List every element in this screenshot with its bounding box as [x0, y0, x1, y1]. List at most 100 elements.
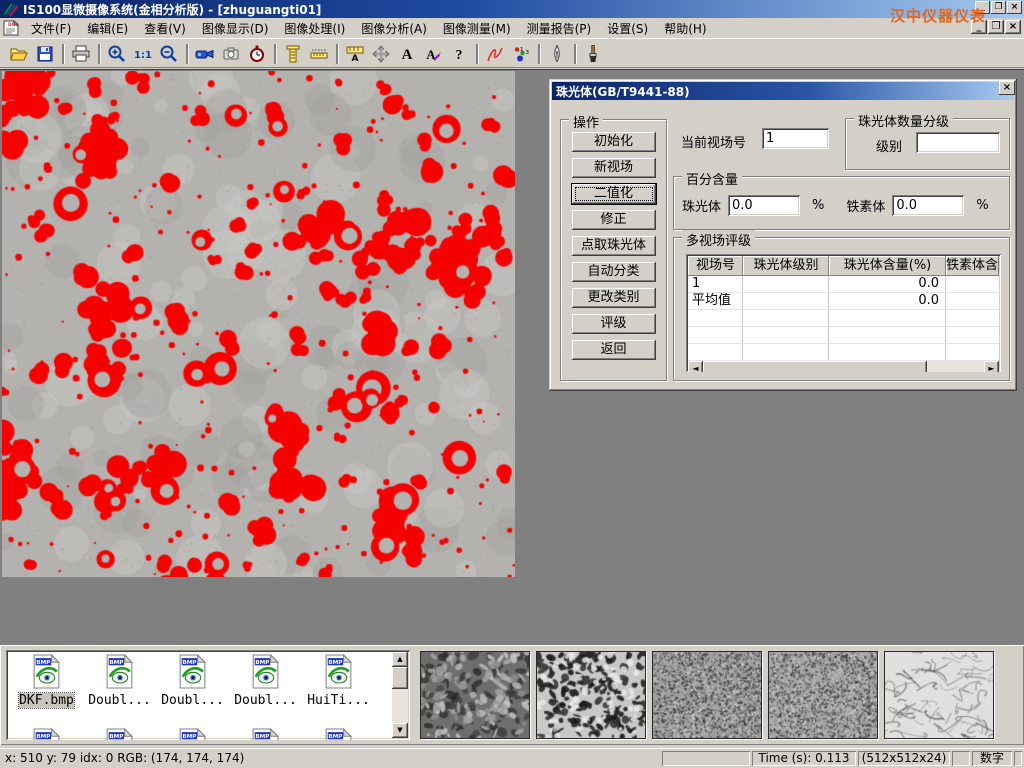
scroll-down-icon[interactable]: ▼: [392, 723, 408, 738]
table-row[interactable]: 10.0: [688, 276, 999, 293]
table-header-1[interactable]: 视场号: [688, 256, 743, 276]
help-icon[interactable]: ?: [446, 42, 472, 66]
file-item-3[interactable]: BMPDoubl...: [156, 654, 229, 708]
scroll-up-icon[interactable]: ▲: [392, 652, 408, 667]
ferrite-input[interactable]: [892, 195, 964, 216]
operation-button-8[interactable]: 评级: [572, 314, 656, 334]
menu-item-view[interactable]: 查看(V): [136, 18, 194, 39]
move-icon[interactable]: [368, 42, 394, 66]
table-row[interactable]: [688, 344, 999, 361]
operation-button-2[interactable]: 新视场: [572, 158, 656, 178]
table-row[interactable]: [688, 310, 999, 327]
file-item-5[interactable]: BMPHuiTi...: [302, 654, 375, 708]
menu-item-image-analysis[interactable]: 图像分析(A): [353, 18, 435, 39]
toolbar: 1:1AAA?13: [0, 38, 1024, 68]
brush-icon[interactable]: [580, 42, 606, 66]
operation-button-5[interactable]: 点取珠光体: [572, 236, 656, 256]
camera-icon[interactable]: [218, 42, 244, 66]
child-restore-button[interactable]: ❐: [988, 20, 1004, 34]
file-name: DKF.bmp: [19, 693, 74, 708]
menu-item-settings[interactable]: 设置(S): [599, 18, 656, 39]
thumbnail-3[interactable]: [652, 651, 762, 739]
operation-button-7[interactable]: 更改类别: [572, 288, 656, 308]
file-item-row2-3[interactable]: BMP: [156, 728, 229, 740]
table-horizontal-scrollbar[interactable]: ◄ ►: [688, 361, 999, 372]
pen-icon[interactable]: [544, 42, 570, 66]
thumbnail-3-image[interactable]: [653, 652, 761, 738]
file-item-4[interactable]: BMPDoubl...: [229, 654, 302, 708]
file-item-row2-1[interactable]: BMP: [10, 728, 83, 740]
thumbnail-5[interactable]: [884, 651, 994, 739]
menu-item-image-process[interactable]: 图像处理(I): [276, 18, 353, 39]
scroll-left-icon[interactable]: ◄: [688, 361, 703, 372]
menu-item-file[interactable]: 文件(F): [23, 18, 79, 39]
actual-size-icon[interactable]: 1:1: [130, 42, 156, 66]
timer-icon[interactable]: [244, 42, 270, 66]
thumbnail-2[interactable]: [536, 651, 646, 739]
count-points-icon[interactable]: 13: [508, 42, 534, 66]
dialog-close-button[interactable]: ×: [999, 81, 1015, 95]
table-header-3[interactable]: 珠光体含量(%): [829, 256, 946, 276]
curve-icon[interactable]: [482, 42, 508, 66]
svg-text:BMP: BMP: [255, 660, 269, 666]
thumbnail-2-image[interactable]: [537, 652, 645, 738]
dialog-title-bar[interactable]: 珠光体(GB/T9441-88): [552, 82, 1014, 100]
file-item-1[interactable]: BMP DKF.bmp: [10, 654, 83, 708]
operation-button-4[interactable]: 修正: [572, 210, 656, 230]
window-minimize-button[interactable]: _: [975, 1, 990, 14]
current-field-label: 当前视场号: [681, 132, 746, 151]
pearlite-dialog: 珠光体(GB/T9441-88) × 操作 初始化新视场二值化修正点取珠光体自动…: [549, 79, 1017, 391]
zoom-in-icon[interactable]: [104, 42, 130, 66]
caliper-icon[interactable]: [280, 42, 306, 66]
edit-text-icon[interactable]: A: [420, 42, 446, 66]
document-icon[interactable]: DOC: [3, 20, 19, 36]
file-item-2[interactable]: BMPDoubl...: [83, 654, 156, 708]
thumbnail-1[interactable]: [420, 651, 530, 739]
save-icon[interactable]: [32, 42, 58, 66]
thumbnail-1-image[interactable]: [421, 652, 529, 738]
file-item-row2-5[interactable]: BMP: [302, 728, 375, 740]
text-label-icon[interactable]: A: [394, 42, 420, 66]
file-browser-scrollbar[interactable]: ▲ ▼: [392, 652, 408, 738]
operation-button-9[interactable]: 返回: [572, 340, 656, 360]
child-close-button[interactable]: ×: [1005, 20, 1021, 34]
pearlite-unit: %: [812, 198, 824, 213]
child-minimize-button[interactable]: _: [971, 20, 987, 34]
operation-button-1[interactable]: 初始化: [572, 132, 656, 152]
zoom-out-icon[interactable]: [156, 42, 182, 66]
scroll-thumb[interactable]: [392, 667, 408, 689]
workspace: 珠光体(GB/T9441-88) × 操作 初始化新视场二值化修正点取珠光体自动…: [0, 69, 1024, 645]
video-camera-icon[interactable]: [192, 42, 218, 66]
window-close-button[interactable]: ×: [1007, 1, 1022, 14]
micrograph-image[interactable]: [2, 71, 515, 577]
operations-group-label: 操作: [569, 112, 603, 131]
pearlite-input[interactable]: [728, 195, 800, 216]
table-header-4[interactable]: 铁素体含量(%): [946, 256, 999, 276]
operation-button-6[interactable]: 自动分类: [572, 262, 656, 282]
current-field-input[interactable]: [762, 128, 829, 149]
svg-text:BMP: BMP: [36, 660, 50, 666]
thumbnail-4[interactable]: [768, 651, 878, 739]
ruler-icon[interactable]: [306, 42, 332, 66]
file-item-row2-2[interactable]: BMP: [83, 728, 156, 740]
print-icon[interactable]: [68, 42, 94, 66]
thumbnail-5-image[interactable]: [885, 652, 993, 738]
table-row[interactable]: 平均值0.0: [688, 293, 999, 310]
table-row[interactable]: [688, 327, 999, 344]
thumbnail-4-image[interactable]: [769, 652, 877, 738]
menu-item-image-measure[interactable]: 图像测量(M): [435, 18, 519, 39]
window-restore-button[interactable]: ❐: [991, 1, 1006, 14]
toolbar-separator: [336, 44, 338, 64]
scroll-thumb[interactable]: [703, 361, 927, 372]
menu-item-measure-report[interactable]: 测量报告(P): [519, 18, 600, 39]
menu-item-edit[interactable]: 编辑(E): [79, 18, 136, 39]
operation-button-3[interactable]: 二值化: [572, 184, 656, 204]
menu-item-image-display[interactable]: 图像显示(D): [194, 18, 277, 39]
measure-text-icon[interactable]: A: [342, 42, 368, 66]
menu-item-help[interactable]: 帮助(H): [656, 18, 714, 39]
grade-input[interactable]: [916, 132, 1000, 153]
file-item-row2-4[interactable]: BMP: [229, 728, 302, 740]
scroll-right-icon[interactable]: ►: [984, 361, 999, 372]
table-header-2[interactable]: 珠光体级别: [743, 256, 829, 276]
open-icon[interactable]: [6, 42, 32, 66]
